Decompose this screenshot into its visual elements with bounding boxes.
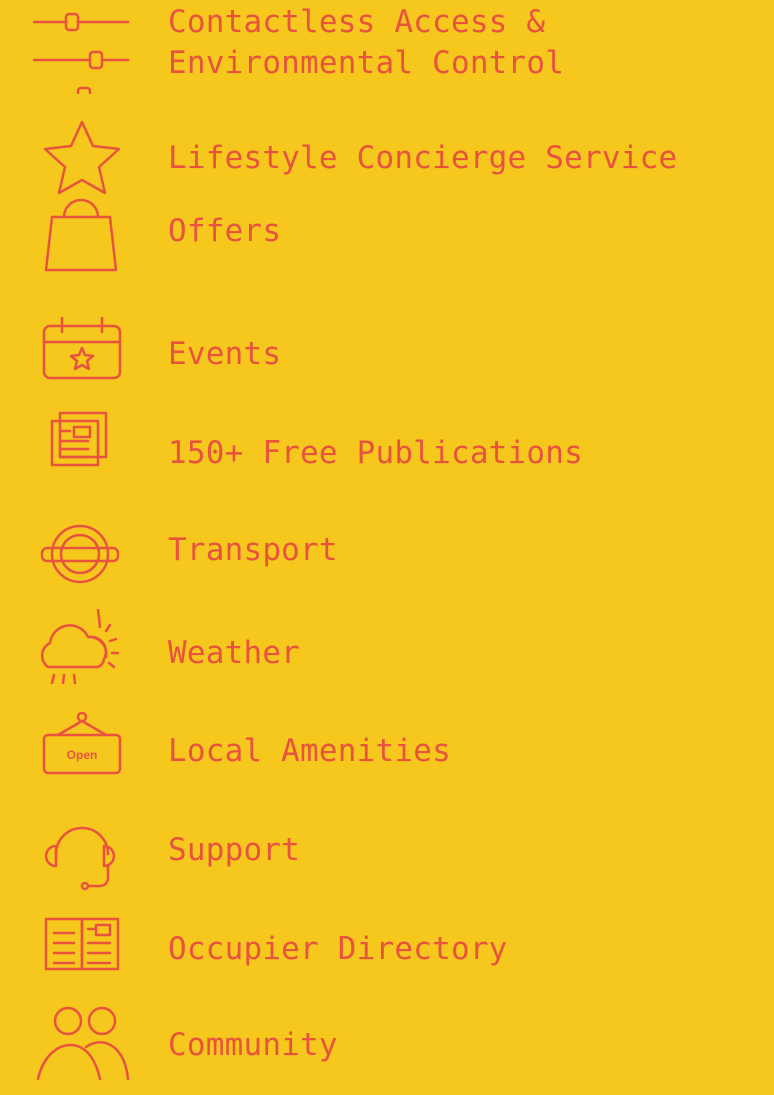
people-icon <box>30 1001 130 1095</box>
feature-offers: Offers <box>0 187 774 281</box>
open-sign-icon: Open <box>30 707 130 801</box>
feature-label: Weather <box>168 635 301 671</box>
headset-icon <box>30 806 130 900</box>
feature-label: Contactless Access & Environmental Contr… <box>168 2 564 84</box>
feature-contactless-access: Contactless Access & Environmental Contr… <box>0 0 774 94</box>
transport-roundel-icon <box>30 506 130 600</box>
feature-community: Community <box>0 1001 774 1095</box>
feature-publications: 150+ Free Publications <box>0 409 774 503</box>
feature-support: Support <box>0 806 774 900</box>
feature-label: 150+ Free Publications <box>168 435 583 471</box>
open-sign-text: Open <box>67 748 98 762</box>
feature-label-line-1: Contactless Access & <box>168 4 546 40</box>
feature-label: Transport <box>168 532 338 568</box>
feature-label: Community <box>168 1027 338 1063</box>
shopping-bag-icon <box>30 187 130 281</box>
feature-label: Occupier Directory <box>168 931 508 967</box>
feature-local-amenities: Open Local Amenities <box>0 707 774 801</box>
feature-label: Events <box>168 336 282 372</box>
open-book-icon <box>30 905 130 999</box>
feature-label: Local Amenities <box>168 733 451 769</box>
calendar-star-icon <box>30 310 130 404</box>
feature-weather: Weather <box>0 609 774 703</box>
feature-transport: Transport <box>0 506 774 600</box>
sliders-icon <box>30 0 130 94</box>
feature-label: Offers <box>168 213 282 249</box>
feature-events: Events <box>0 310 774 404</box>
cloud-sun-icon <box>30 609 130 703</box>
feature-label: Lifestyle Concierge Service <box>168 140 678 176</box>
feature-label-line-2: Environmental Control <box>168 45 565 81</box>
feature-label: Support <box>168 832 301 868</box>
feature-occupier-directory: Occupier Directory <box>0 905 774 999</box>
newspaper-icon <box>30 409 130 503</box>
